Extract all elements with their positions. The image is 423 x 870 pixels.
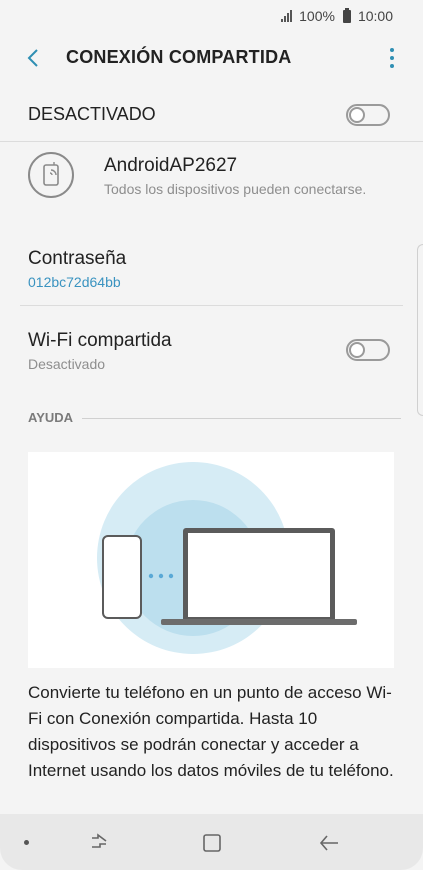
network-subtitle: Todos los dispositivos pueden conectarse… (104, 181, 367, 197)
battery-icon (342, 7, 351, 23)
master-switch-row[interactable]: DESACTIVADO (0, 90, 423, 142)
nav-dot-icon[interactable] (24, 840, 29, 845)
status-bar: 100% 10:00 (0, 0, 423, 32)
password-value: 012bc72d64bb (28, 274, 121, 290)
scroll-indicator[interactable] (417, 244, 423, 416)
page-title: CONEXIÓN COMPARTIDA (66, 47, 292, 67)
wifi-sharing-status: Desactivado (28, 356, 106, 372)
toggle-knob (349, 107, 365, 123)
navigation-bar (0, 814, 423, 870)
help-heading: AYUDA (28, 410, 74, 425)
toggle-knob (349, 342, 365, 358)
clock: 10:00 (357, 8, 393, 24)
back-icon[interactable] (314, 828, 344, 858)
master-switch-label: DESACTIVADO (28, 104, 156, 124)
app-bar: CONEXIÓN COMPARTIDA (0, 32, 423, 84)
home-icon[interactable] (197, 828, 227, 858)
divider (20, 305, 403, 306)
phone-laptop-hotspot-illustration (28, 452, 394, 668)
network-name[interactable]: AndroidAP2627 (104, 155, 237, 177)
more-options-icon[interactable] (385, 46, 399, 70)
back-arrow-icon[interactable] (22, 46, 44, 70)
hotspot-device-icon (28, 152, 74, 198)
master-toggle[interactable] (346, 104, 390, 126)
battery-percent: 100% (299, 8, 335, 24)
password-label[interactable]: Contraseña (28, 248, 126, 270)
help-description: Convierte tu teléfono en un punto de acc… (28, 683, 394, 780)
wifi-sharing-label[interactable]: Wi-Fi compartida (28, 330, 172, 352)
signal-icon (281, 10, 293, 22)
wifi-sharing-toggle[interactable] (346, 339, 390, 361)
screen: 100% 10:00 CONEXIÓN COMPARTIDA DESACTIVA… (0, 0, 423, 870)
recents-icon[interactable] (84, 828, 114, 858)
help-divider (82, 418, 401, 419)
